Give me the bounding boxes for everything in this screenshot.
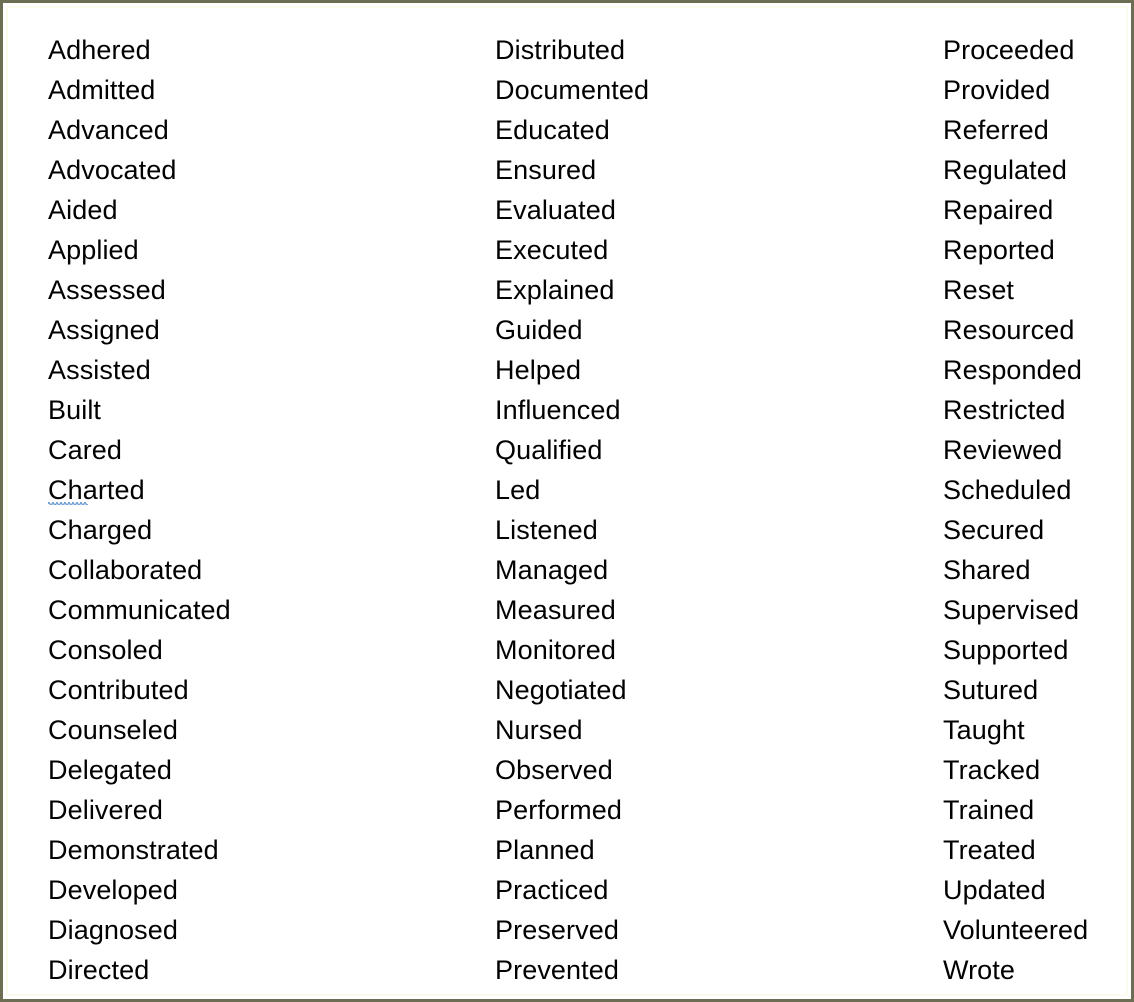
- verb-item: Prevented: [495, 955, 619, 985]
- verb-item: Planned: [495, 835, 595, 865]
- verb-item: Distributed: [495, 35, 626, 65]
- verb-item: Evaluated: [495, 195, 616, 225]
- verb-item: Practiced: [495, 875, 609, 905]
- verb-item: Performed: [495, 795, 622, 825]
- verb-item: Assigned: [48, 315, 160, 345]
- verb-item: Scheduled: [943, 475, 1072, 505]
- verb-item: Helped: [495, 355, 582, 385]
- verb-item: Sutured: [943, 675, 1039, 705]
- verb-item: Built: [48, 395, 102, 425]
- verb-item: Educated: [495, 115, 610, 145]
- verb-item: Negotiated: [495, 675, 627, 705]
- verb-item: Qualified: [495, 435, 603, 465]
- verb-item: Responded: [943, 355, 1083, 385]
- verb-item: Advocated: [48, 155, 177, 185]
- verb-item: Preserved: [495, 915, 619, 945]
- verb-item: Regulated: [943, 155, 1067, 185]
- verb-item: Consoled: [48, 635, 163, 665]
- verb-item: Resourced: [943, 315, 1075, 345]
- verb-item: Observed: [495, 755, 613, 785]
- verb-item: Managed: [495, 555, 609, 585]
- verb-item: Aided: [48, 195, 118, 225]
- verb-item: Communicated: [48, 595, 231, 625]
- verb-item: Charted: [48, 470, 468, 510]
- verb-column-3: Proceeded Provided Referred Regulated Repair…: [943, 30, 1134, 990]
- verb-item: Explained: [495, 275, 615, 305]
- verb-item: Measured: [495, 595, 616, 625]
- verb-item: Applied: [48, 235, 139, 265]
- verb-item: Supervised: [943, 595, 1080, 625]
- document-inner-border: Adhered Admitted Advanced Advocated Aided App…: [6, 6, 1128, 996]
- verb-item: Documented: [495, 75, 650, 105]
- verb-item: Contributed: [48, 675, 189, 705]
- verb-item: Supported: [943, 635, 1069, 665]
- verb-column-2: Distributed Documented Educated Ensured Eval…: [495, 30, 915, 990]
- verb-item: Diagnosed: [48, 915, 178, 945]
- verb-item: Delivered: [48, 795, 163, 825]
- verb-item: Reported: [943, 235, 1055, 265]
- verb-item: Admitted: [48, 75, 156, 105]
- verb-item: Reviewed: [943, 435, 1063, 465]
- verb-item: Advanced: [48, 115, 169, 145]
- verb-item: Collaborated: [48, 555, 203, 585]
- verb-item: Guided: [495, 315, 583, 345]
- misspelled-word[interactable]: Charted: [48, 470, 145, 510]
- verb-item: Cared: [48, 435, 123, 465]
- verb-item: Shared: [943, 555, 1031, 585]
- verb-item: Charged: [48, 515, 153, 545]
- verb-item: Wrote: [943, 955, 1016, 985]
- verb-item: Ensured: [495, 155, 597, 185]
- verb-item: Delegated: [48, 755, 172, 785]
- verb-item: Assessed: [48, 275, 166, 305]
- verb-item: Directed: [48, 955, 150, 985]
- verb-item: Volunteered: [943, 915, 1089, 945]
- verb-item: Tracked: [943, 755, 1041, 785]
- verb-column-1: Adhered Admitted Advanced Advocated Aided App…: [48, 30, 468, 990]
- verb-item: Restricted: [943, 395, 1066, 425]
- verb-columns-container: Adhered Admitted Advanced Advocated Aided App…: [8, 8, 1126, 994]
- document-page: Adhered Admitted Advanced Advocated Aided App…: [8, 8, 1126, 994]
- verb-item: Reset: [943, 275, 1015, 305]
- verb-item: Developed: [48, 875, 178, 905]
- verb-item: Treated: [943, 835, 1036, 865]
- document-frame: Adhered Admitted Advanced Advocated Aided App…: [0, 0, 1134, 1002]
- verb-item: Listened: [495, 515, 598, 545]
- verb-item: Taught: [943, 715, 1025, 745]
- verb-item: Led: [495, 475, 541, 505]
- spellcheck-squiggle-icon: [48, 501, 88, 505]
- verb-item: Trained: [943, 795, 1035, 825]
- verb-item: Executed: [495, 235, 609, 265]
- verb-item: Assisted: [48, 355, 151, 385]
- verb-item: Proceeded: [943, 35, 1075, 65]
- verb-item: Demonstrated: [48, 835, 219, 865]
- verb-item: Monitored: [495, 635, 616, 665]
- verb-item: Nursed: [495, 715, 583, 745]
- verb-item: Provided: [943, 75, 1051, 105]
- verb-item: Updated: [943, 875, 1046, 905]
- verb-item: Referred: [943, 115, 1049, 145]
- verb-item: Repaired: [943, 195, 1054, 225]
- verb-item: Adhered: [48, 35, 151, 65]
- verb-item: Influenced: [495, 395, 621, 425]
- verb-item: Secured: [943, 515, 1045, 545]
- verb-item: Counseled: [48, 715, 178, 745]
